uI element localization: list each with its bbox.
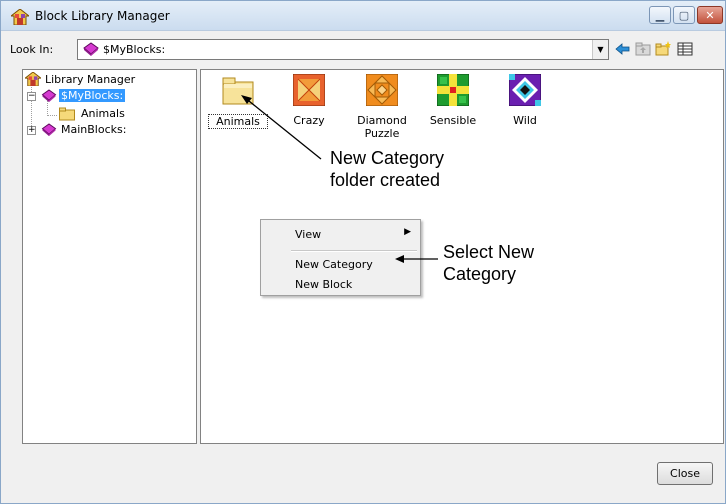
tree-item-label: $MyBlocks: (59, 89, 126, 102)
folder-icon (222, 77, 254, 105)
tree-item-animals[interactable]: Animals (59, 106, 189, 122)
look-in-label: Look In: (10, 43, 54, 56)
annotation-folder-created: New Category folder created (330, 147, 444, 191)
menu-item-new-category[interactable]: New Category (262, 254, 419, 274)
block-label: Sensible (429, 114, 477, 127)
wild-block-icon (509, 74, 541, 106)
window-title: Block Library Manager (35, 9, 170, 23)
look-in-value: $MyBlocks: (103, 43, 166, 56)
minimize-icon: ▁ (655, 9, 665, 22)
collapse-icon[interactable]: − (27, 92, 36, 101)
menu-item-new-block[interactable]: New Block (262, 274, 419, 294)
up-folder-icon[interactable] (635, 41, 651, 57)
folder-icon (59, 107, 75, 121)
annotation-select-new-category: Select New Category (443, 241, 534, 285)
chevron-down-icon[interactable]: ▼ (592, 40, 608, 59)
context-menu: View ▶ New Category New Block (260, 219, 421, 296)
diamond-puzzle-block-icon (366, 74, 398, 106)
block-label: Diamond Puzzle (357, 114, 407, 140)
close-icon: ✕ (705, 9, 715, 22)
library-house-icon (25, 72, 41, 86)
new-folder-icon[interactable] (655, 41, 671, 57)
tree-item-myblocks[interactable]: $MyBlocks: (41, 88, 191, 104)
menu-item-label: View (295, 228, 322, 241)
look-in-combobox[interactable]: $MyBlocks: ▼ (77, 39, 609, 60)
tree-item-library-manager[interactable]: Library Manager (25, 72, 185, 88)
close-window-button[interactable]: ✕ (697, 6, 723, 24)
minimize-button[interactable]: ▁ (649, 6, 671, 24)
tree-connector (47, 115, 57, 116)
chevron-right-icon: ▶ (404, 227, 411, 237)
tree-item-label: MainBlocks: (61, 123, 127, 136)
menu-item-label: New Category (295, 258, 373, 271)
menu-separator (291, 250, 417, 252)
close-button[interactable]: Close (657, 462, 713, 485)
maximize-icon: ▢ (678, 9, 690, 22)
block-library-manager-window: Block Library Manager ▁ ▢ ✕ Look In: $My… (0, 0, 726, 504)
annotation-text: Select New Category (443, 242, 535, 284)
block-label: Crazy (293, 114, 325, 127)
expand-icon[interactable]: + (27, 126, 36, 135)
block-label: Animals (208, 114, 268, 129)
block-label: Wild (513, 114, 537, 127)
library-tree[interactable]: Library Manager − $MyBlocks: Animals + M… (22, 69, 197, 444)
book-icon (41, 123, 57, 137)
menu-item-label: New Block (295, 278, 353, 291)
tree-item-label: Library Manager (45, 73, 136, 86)
crazy-block-icon (293, 74, 325, 106)
tree-item-mainblocks[interactable]: MainBlocks: (41, 122, 191, 138)
back-arrow-icon[interactable] (615, 41, 631, 57)
annotation-text: New Category folder created (330, 148, 445, 190)
book-icon (83, 42, 99, 56)
title-bar[interactable]: Block Library Manager ▁ ▢ ✕ (1, 1, 725, 31)
maximize-button[interactable]: ▢ (673, 6, 695, 24)
sensible-block-icon (437, 74, 469, 106)
book-icon (41, 89, 57, 103)
tree-item-label: Animals (81, 107, 125, 120)
menu-item-view[interactable]: View ▶ (262, 224, 419, 244)
library-house-icon (11, 9, 29, 25)
view-menu-icon[interactable] (677, 41, 693, 57)
